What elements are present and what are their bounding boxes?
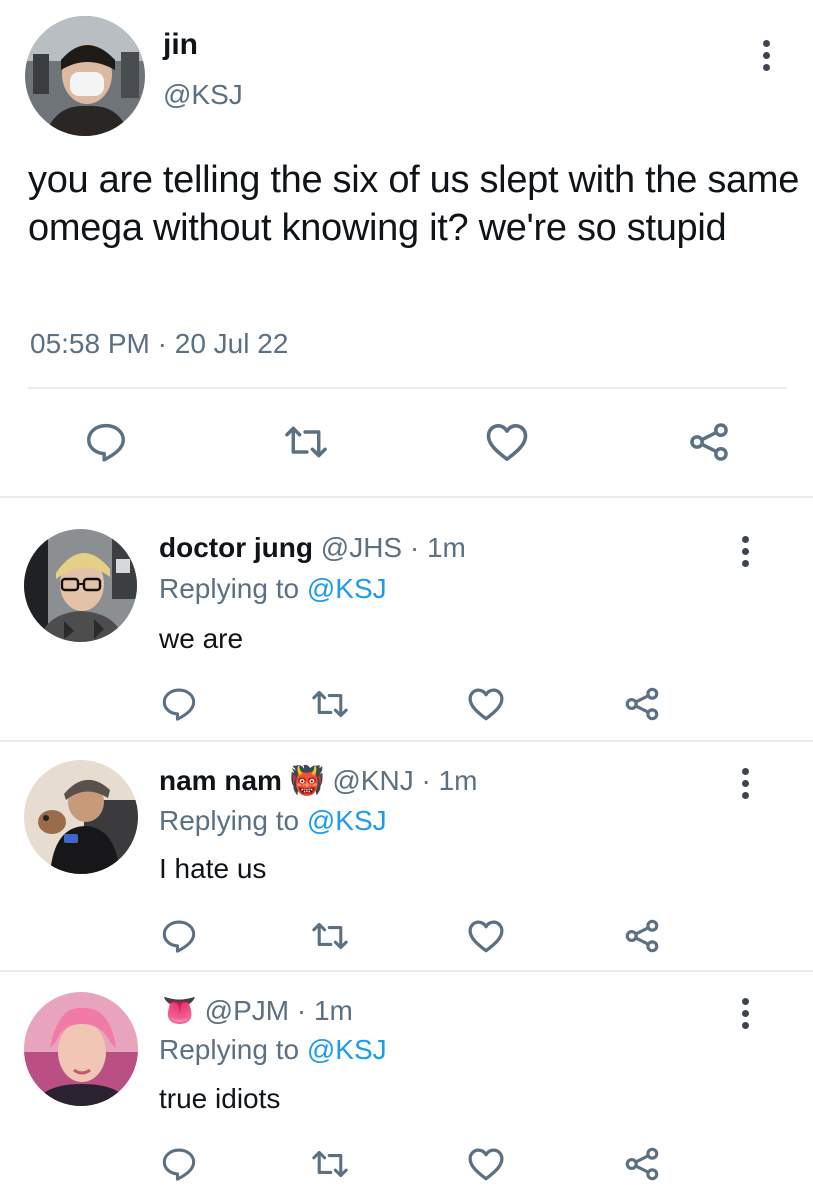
reply-header: 👅 @PJM · 1m — [162, 994, 353, 1028]
avatar[interactable] — [24, 529, 137, 642]
reply-tweet[interactable]: doctor jung @JHS · 1m Replying to @KSJ w… — [0, 498, 813, 740]
reply-tweet[interactable]: 👅 @PJM · 1m Replying to @KSJ true idiots — [0, 972, 813, 1200]
handle[interactable]: @KNJ — [332, 765, 413, 796]
like-icon[interactable] — [463, 916, 509, 956]
retweet-icon[interactable] — [307, 1144, 353, 1184]
replying-to-link[interactable]: @KSJ — [307, 573, 387, 604]
reply-text: we are — [159, 623, 244, 654]
retweet-icon[interactable] — [307, 684, 353, 724]
reply-icon[interactable] — [156, 684, 202, 724]
reply-icon[interactable] — [156, 916, 202, 956]
avatar[interactable] — [24, 760, 138, 874]
reply-header: nam nam 👹 @KNJ · 1m — [159, 764, 477, 798]
share-icon[interactable] — [683, 418, 735, 466]
timestamp: 05:58 PM · 20 Jul 22 — [30, 327, 288, 361]
replying-label: Replying to — [159, 1034, 300, 1065]
handle[interactable]: @PJM — [205, 995, 289, 1026]
divider — [28, 387, 786, 389]
replying-to: Replying to @KSJ — [159, 804, 387, 838]
reply-tweet[interactable]: nam nam 👹 @KNJ · 1m Replying to @KSJ I h… — [0, 742, 813, 970]
emoji: 👹 — [289, 765, 325, 796]
tweet-date: 20 Jul 22 — [174, 328, 289, 359]
reply-time: · 1m — [296, 995, 353, 1026]
replying-to-link[interactable]: @KSJ — [307, 805, 387, 836]
tweet-time: 05:58 PM — [30, 328, 150, 359]
emoji: 👅 — [162, 995, 197, 1026]
replying-to-link[interactable]: @KSJ — [307, 1034, 387, 1065]
more-options-icon[interactable] — [735, 768, 755, 799]
handle[interactable]: @JHS — [321, 532, 402, 563]
share-icon[interactable] — [619, 1144, 665, 1184]
share-icon[interactable] — [619, 684, 665, 724]
reply-text: true idiots — [159, 1083, 281, 1114]
reply-icon[interactable] — [80, 418, 132, 466]
replying-to: Replying to @KSJ — [159, 1033, 387, 1067]
timestamp-separator: · — [157, 328, 167, 359]
more-options-icon[interactable] — [756, 40, 776, 71]
handle[interactable]: @KSJ — [163, 78, 243, 112]
share-icon[interactable] — [619, 916, 665, 956]
like-icon[interactable] — [481, 418, 533, 466]
reply-time: · 1m — [409, 532, 466, 563]
reply-icon[interactable] — [156, 1144, 202, 1184]
more-options-icon[interactable] — [735, 998, 755, 1029]
display-name[interactable]: nam nam — [159, 765, 282, 796]
replying-label: Replying to — [159, 805, 300, 836]
display-name[interactable]: jin — [163, 27, 198, 63]
reply-time: · 1m — [421, 765, 478, 796]
tweet-text: you are telling the six of us slept with… — [28, 159, 800, 249]
like-icon[interactable] — [463, 684, 509, 724]
replying-label: Replying to — [159, 573, 300, 604]
display-name[interactable]: doctor jung — [159, 532, 313, 563]
avatar[interactable] — [25, 16, 145, 136]
like-icon[interactable] — [463, 1144, 509, 1184]
replying-to: Replying to @KSJ — [159, 572, 387, 606]
retweet-icon[interactable] — [280, 418, 332, 466]
reply-header: doctor jung @JHS · 1m — [159, 531, 466, 565]
retweet-icon[interactable] — [307, 916, 353, 956]
more-options-icon[interactable] — [735, 536, 755, 567]
avatar[interactable] — [24, 992, 138, 1106]
reply-text: I hate us — [159, 853, 267, 884]
